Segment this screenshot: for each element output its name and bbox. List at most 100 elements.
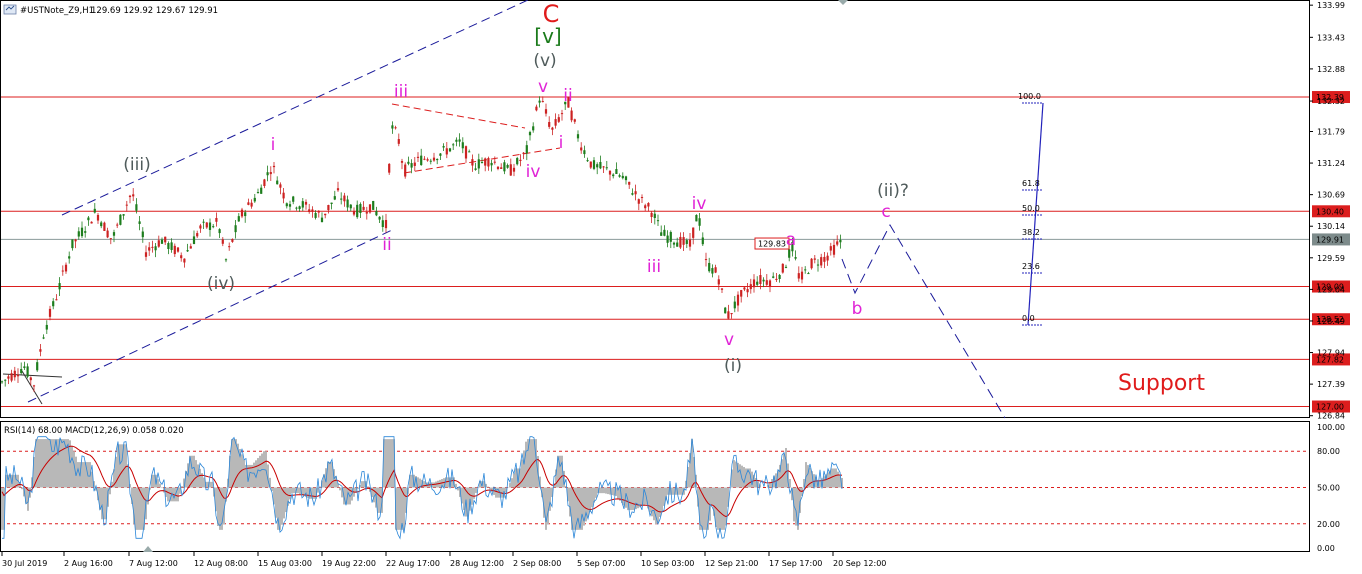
candle-body xyxy=(704,259,708,261)
wave-label-red: C xyxy=(543,0,560,28)
candle-body xyxy=(794,257,797,259)
rsi-scale-label: 20.00 xyxy=(1317,520,1340,529)
candle-body xyxy=(714,267,717,273)
candle-body xyxy=(532,126,535,131)
candle-body xyxy=(711,268,714,274)
candle-body xyxy=(304,201,308,205)
candle-body xyxy=(538,100,541,103)
current-price-label: 129.91 xyxy=(1316,235,1344,244)
price-tick-label: 131.24 xyxy=(1317,159,1345,168)
candle-body xyxy=(276,180,279,185)
wave-label-gray: (ii)? xyxy=(877,181,909,201)
candle-body xyxy=(589,161,592,168)
time-tick-label: 22 Aug 17:00 xyxy=(386,559,440,568)
candle-body xyxy=(784,266,788,268)
candle-body xyxy=(679,236,682,248)
candle-body xyxy=(250,202,253,207)
candle-body xyxy=(416,156,420,158)
rsi-scale-label: 50.00 xyxy=(1317,484,1340,493)
candle-body xyxy=(135,204,138,211)
candle-body xyxy=(279,184,282,188)
time-tick-label: 17 Sep 17:00 xyxy=(769,559,822,568)
candle-body xyxy=(458,139,461,142)
time-tick-label: 12 Aug 08:00 xyxy=(194,559,248,568)
candle-body xyxy=(141,231,144,238)
price-tick-label: 126.84 xyxy=(1317,412,1345,421)
candle-body xyxy=(541,101,544,103)
candle-body xyxy=(253,197,256,202)
candle-body xyxy=(599,161,602,169)
candle-body xyxy=(682,237,685,245)
candle-body xyxy=(756,281,759,285)
candle-body xyxy=(32,385,36,387)
candle-body xyxy=(263,179,266,187)
price-tick-label: 131.79 xyxy=(1317,127,1345,136)
candle-body xyxy=(592,160,596,169)
price-tick-label: 132.88 xyxy=(1317,65,1345,74)
fib-level-label: 0.0 xyxy=(1022,314,1035,323)
candle-body xyxy=(183,258,186,263)
candle-body xyxy=(301,201,304,208)
candle-body xyxy=(64,264,68,272)
fib-level-label: 38.2 xyxy=(1022,228,1040,237)
candle-body xyxy=(676,242,679,247)
candle-body xyxy=(400,161,404,163)
candle-body xyxy=(292,196,295,202)
candle-body xyxy=(797,273,800,279)
candle-body xyxy=(669,232,672,242)
candle-body xyxy=(519,159,522,161)
candle-body xyxy=(759,275,762,285)
candle-body xyxy=(596,164,599,168)
candle-body xyxy=(650,212,653,217)
candle-body xyxy=(404,164,407,177)
candle-body xyxy=(317,211,320,213)
candle-body xyxy=(471,159,474,166)
candle-body xyxy=(631,193,634,195)
candle-body xyxy=(330,202,333,204)
chart-window[interactable]: 132.39130.40129.09128.52127.82127.00129.… xyxy=(0,0,1362,574)
indicator-title: RSI(14) 68.00 MACD(12,26,9) 0.058 0.020 xyxy=(4,426,184,436)
price-tick-label: 130.14 xyxy=(1317,222,1345,231)
candle-body xyxy=(39,349,42,352)
wave-label-magenta: a xyxy=(786,230,796,250)
candle-body xyxy=(74,239,77,242)
wave-label-magenta: c xyxy=(881,202,890,222)
candle-body xyxy=(112,232,116,236)
wave-label-magenta: iv xyxy=(692,194,707,214)
candle-body xyxy=(346,199,349,208)
candle-body xyxy=(448,148,452,152)
candle-body xyxy=(727,311,730,319)
candle-body xyxy=(701,237,704,245)
candle-body xyxy=(186,250,189,252)
price-tick-label: 130.69 xyxy=(1317,191,1345,200)
candle-body xyxy=(16,374,20,377)
candle-body xyxy=(746,289,749,293)
fib-level-label: 61.8 xyxy=(1022,179,1040,188)
price-tag-label: 129.83 xyxy=(758,240,786,249)
candle-body xyxy=(148,247,151,251)
candle-body xyxy=(493,161,496,163)
candle-body xyxy=(128,195,132,198)
candle-body xyxy=(269,172,272,175)
candle-body xyxy=(772,276,775,278)
candle-body xyxy=(365,212,368,214)
candle-body xyxy=(804,269,807,271)
candle-body xyxy=(106,230,109,238)
candle-body xyxy=(10,373,13,381)
candle-body xyxy=(29,377,32,381)
candle-body xyxy=(295,207,298,209)
candle-body xyxy=(452,144,455,146)
candle-body xyxy=(391,125,394,129)
candle-body xyxy=(800,271,804,280)
candle-body xyxy=(634,191,637,195)
candle-body xyxy=(602,166,605,168)
candle-body xyxy=(749,284,752,290)
candle-body xyxy=(698,218,701,226)
candle-body xyxy=(436,158,439,161)
wave-label-magenta: v xyxy=(538,77,548,97)
price-tick-label: 133.99 xyxy=(1317,1,1345,10)
candle-body xyxy=(80,227,84,237)
candle-body xyxy=(461,142,464,149)
candle-body xyxy=(455,139,458,142)
candle-body xyxy=(20,369,23,374)
